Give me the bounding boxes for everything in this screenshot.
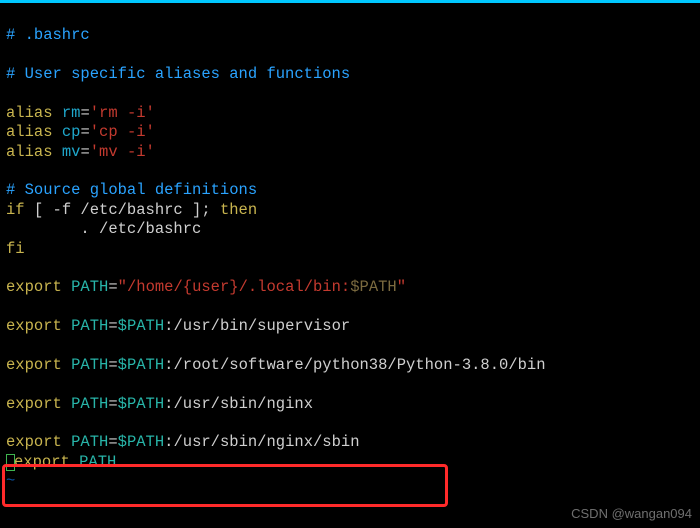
alias-name-rm: rm (62, 104, 81, 122)
path-tail: :/usr/sbin/nginx/sbin (164, 433, 359, 451)
vim-empty-line: ~ (6, 472, 15, 490)
equals: = (108, 433, 117, 451)
path-var: PATH (71, 317, 108, 335)
comment-source-section: # Source global definitions (6, 181, 257, 199)
export-keyword: export (6, 317, 62, 335)
quote: " (397, 278, 406, 296)
equals: = (80, 104, 89, 122)
path-literal: /home/{user}/.local/bin: (127, 278, 350, 296)
alias-value-mv: 'mv -i' (90, 143, 155, 161)
path-var: PATH (79, 453, 116, 471)
comment-user-section: # User specific aliases and functions (6, 65, 350, 83)
equals: = (108, 356, 117, 374)
equals: = (108, 395, 117, 413)
code-editor: # .bashrc # User specific aliases and fu… (0, 3, 700, 497)
equals: = (108, 278, 117, 296)
watermark: CSDN @wangan094 (571, 506, 692, 522)
path-var: PATH (71, 395, 108, 413)
comment-file-header: # .bashrc (6, 26, 90, 44)
path-dollar: $PATH (118, 317, 165, 335)
export-keyword: export (6, 433, 62, 451)
export-keyword: export (14, 453, 70, 471)
alias-value-rm: 'rm -i' (90, 104, 155, 122)
path-dollar: $PATH (118, 356, 165, 374)
path-var: PATH (71, 356, 108, 374)
if-condition: [ -f /etc/bashrc ]; (25, 201, 220, 219)
path-var: PATH (71, 433, 108, 451)
equals: = (80, 123, 89, 141)
alias-keyword: alias (6, 143, 53, 161)
alias-name-cp: cp (62, 123, 81, 141)
path-interp: $PATH (350, 278, 397, 296)
equals: = (108, 317, 117, 335)
alias-value-cp: 'cp -i' (90, 123, 155, 141)
then-keyword: then (220, 201, 257, 219)
fi-keyword: fi (6, 240, 25, 258)
alias-keyword: alias (6, 123, 53, 141)
alias-keyword: alias (6, 104, 53, 122)
path-var: PATH (71, 278, 108, 296)
alias-name-mv: mv (62, 143, 81, 161)
export-keyword: export (6, 356, 62, 374)
equals: = (80, 143, 89, 161)
export-keyword: export (6, 395, 62, 413)
export-keyword: export (6, 278, 62, 296)
path-tail: :/usr/sbin/nginx (164, 395, 313, 413)
quote: " (118, 278, 127, 296)
if-body: . /etc/bashrc (6, 220, 201, 238)
path-tail: :/usr/bin/supervisor (164, 317, 350, 335)
path-dollar: $PATH (118, 395, 165, 413)
path-tail: :/root/software/python38/Python-3.8.0/bi… (164, 356, 545, 374)
if-keyword: if (6, 201, 25, 219)
path-dollar: $PATH (118, 433, 165, 451)
